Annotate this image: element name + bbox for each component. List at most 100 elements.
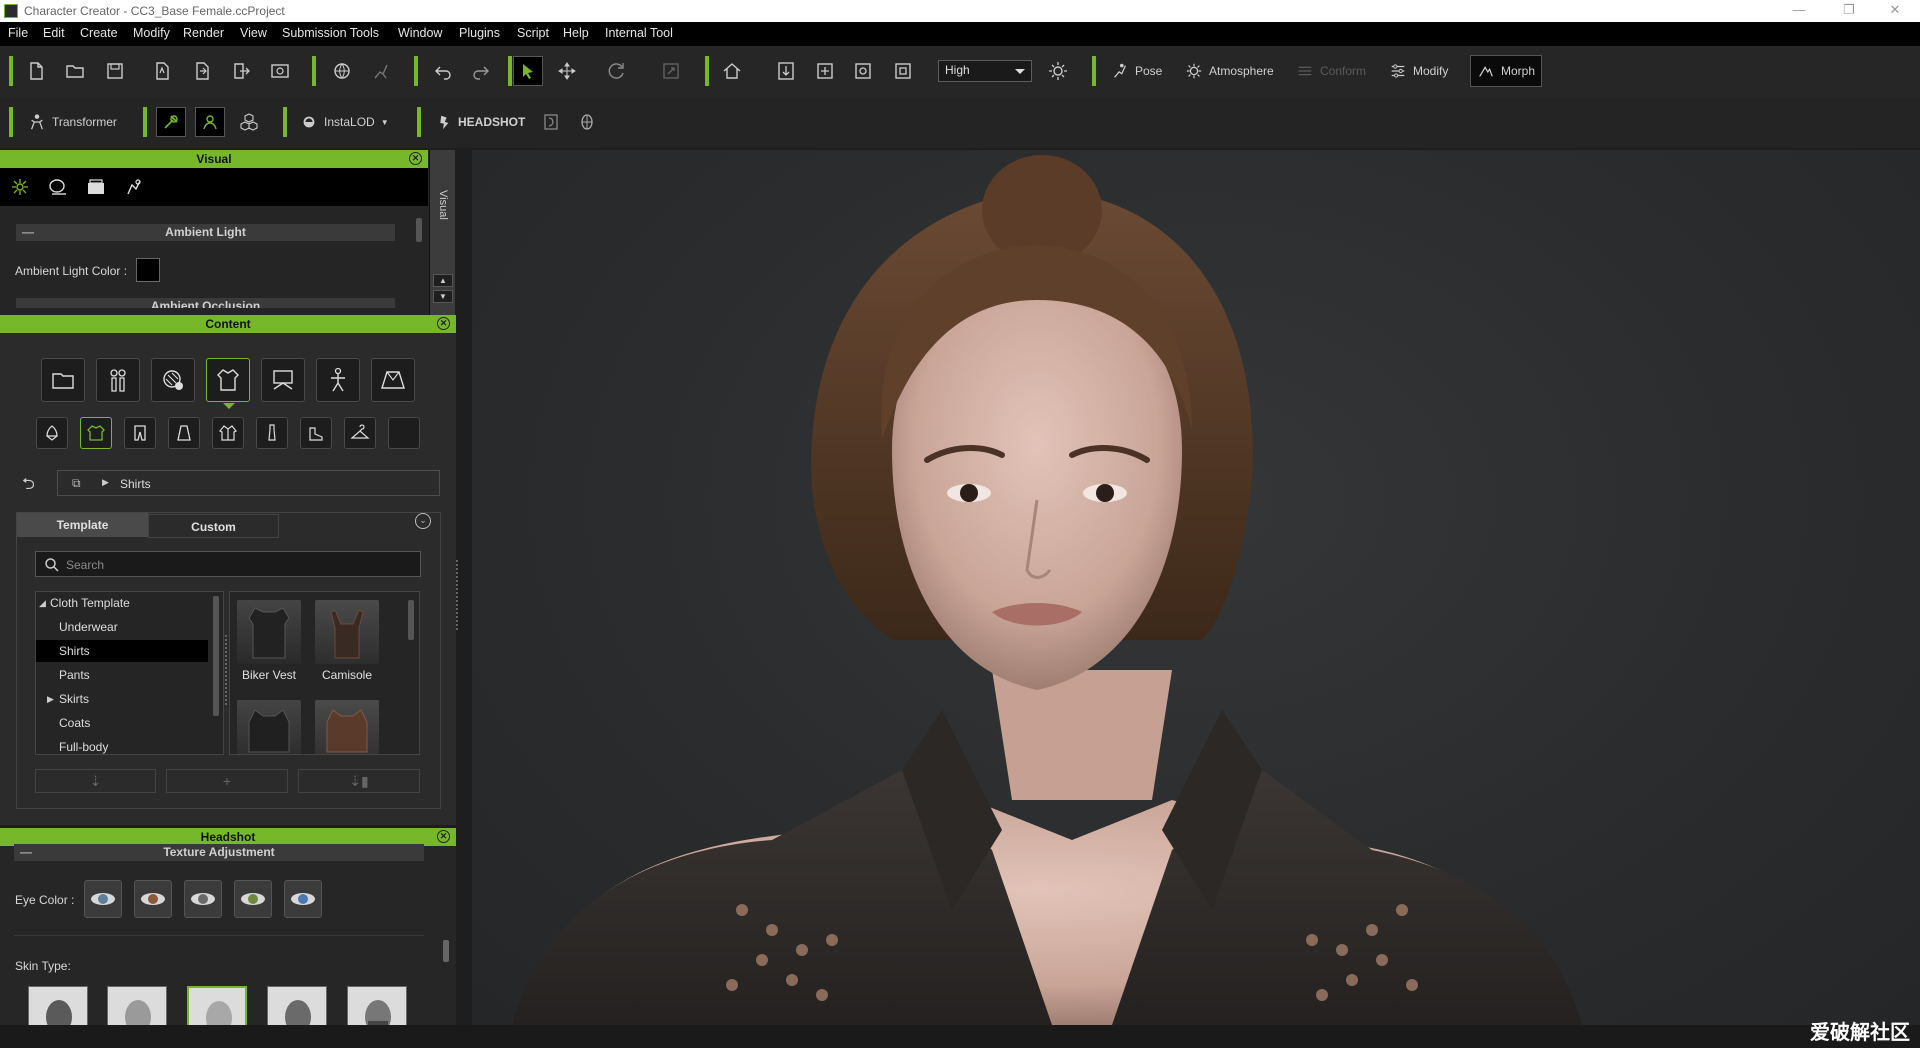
atmosphere-button[interactable]: Atmosphere — [1181, 56, 1278, 86]
sun-light-icon[interactable] — [1043, 56, 1073, 86]
export-icon[interactable] — [226, 56, 256, 86]
eye-color-option-1[interactable] — [84, 880, 122, 918]
camera-tab-icon[interactable] — [122, 176, 146, 198]
menu-edit[interactable]: Edit — [43, 26, 65, 40]
scale-icon[interactable] — [656, 56, 686, 86]
character-edit-icon[interactable] — [195, 107, 225, 137]
search-field[interactable] — [35, 551, 421, 577]
menu-submission-tools[interactable]: Submission Tools — [282, 26, 379, 40]
select-arrow-icon[interactable] — [513, 56, 543, 86]
fit-view-icon[interactable] — [771, 56, 801, 86]
biker-vest-thumbnail[interactable] — [237, 600, 301, 664]
menu-internal-tool[interactable]: Internal Tool — [605, 26, 673, 40]
save-icon[interactable] — [100, 56, 130, 86]
scroll-down-icon[interactable]: ▼ — [433, 290, 453, 303]
redo-icon[interactable] — [466, 56, 496, 86]
close-window-button[interactable]: ✕ — [1872, 0, 1918, 22]
shirt-subcategory-icon[interactable] — [80, 417, 112, 449]
texture-adjustment-section[interactable]: — Texture Adjustment — [14, 844, 424, 861]
menu-script[interactable]: Script — [517, 26, 549, 40]
camisole-thumbnail[interactable] — [315, 600, 379, 664]
splitter-handle[interactable] — [225, 635, 227, 705]
rotate-icon[interactable] — [602, 56, 632, 86]
eye-color-option-3[interactable] — [184, 880, 222, 918]
headshot-scrollbar[interactable] — [443, 940, 449, 962]
menu-render[interactable]: Render — [183, 26, 224, 40]
tab-template[interactable]: Template — [17, 513, 148, 537]
scroll-up-icon[interactable]: ▲ — [433, 274, 453, 287]
import-icon[interactable] — [147, 56, 177, 86]
modify-button[interactable]: Modify — [1385, 56, 1452, 86]
tree-item-coats[interactable]: Coats — [36, 712, 208, 734]
collapse-icon[interactable]: — — [20, 844, 32, 861]
tree-item-shirts[interactable]: Shirts — [36, 640, 208, 662]
menu-file[interactable]: File — [8, 26, 28, 40]
fullbody-subcategory-icon[interactable] — [256, 417, 288, 449]
actor-icon[interactable] — [96, 358, 140, 402]
library-icon[interactable]: ⧉ — [72, 476, 81, 491]
tree-item-skirts[interactable]: ▶ Skirts — [36, 688, 208, 710]
shoes-subcategory-icon[interactable] — [300, 417, 332, 449]
menu-window[interactable]: Window — [398, 26, 442, 40]
new-project-icon[interactable] — [21, 56, 51, 86]
menu-view[interactable]: View — [240, 26, 267, 40]
transformer-button[interactable]: Transformer — [24, 107, 121, 137]
pants-subcategory-icon[interactable] — [124, 417, 156, 449]
maximize-button[interactable]: ❐ — [1826, 0, 1872, 22]
eye-color-option-2[interactable] — [134, 880, 172, 918]
menu-create[interactable]: Create — [80, 26, 118, 40]
visual-side-tab[interactable]: Visual ▲ ▼ — [429, 150, 455, 315]
render-quality-dropdown[interactable]: High — [938, 60, 1032, 82]
project-folder-icon[interactable] — [41, 358, 85, 402]
accessory-icon[interactable] — [261, 358, 305, 402]
archive-icon[interactable] — [265, 56, 295, 86]
hanger-subcategory-icon[interactable] — [344, 417, 376, 449]
open-folder-icon[interactable] — [60, 56, 90, 86]
ambient-light-section[interactable]: — Ambient Light — [16, 224, 395, 241]
3d-viewport[interactable] — [472, 150, 1920, 1025]
skirt-subcategory-icon[interactable] — [168, 417, 200, 449]
eye-color-option-5[interactable] — [284, 880, 322, 918]
zoom-extents-icon[interactable] — [848, 56, 878, 86]
ambient-light-color-swatch[interactable] — [136, 258, 160, 282]
expand-triangle-icon[interactable]: ▶ — [47, 688, 54, 710]
head-mesh-icon[interactable] — [572, 107, 602, 137]
empty-subcategory-slot[interactable] — [388, 417, 420, 449]
coat-subcategory-icon[interactable] — [212, 417, 244, 449]
minimize-button[interactable]: — — [1776, 0, 1822, 22]
gallery-scrollbar[interactable] — [408, 600, 414, 640]
atmosphere-tab-icon[interactable] — [46, 176, 70, 198]
gallery-item-thumbnail[interactable] — [237, 700, 301, 754]
instalod-button[interactable]: InstaLOD ▼ — [296, 107, 393, 137]
menu-modify[interactable]: Modify — [133, 26, 170, 40]
undo-icon[interactable] — [428, 56, 458, 86]
motion-icon[interactable] — [316, 358, 360, 402]
search-input[interactable] — [66, 556, 406, 574]
lighting-tab-icon[interactable] — [8, 176, 32, 198]
panel-splitter[interactable] — [456, 560, 458, 630]
visual-panel-scrollbar[interactable] — [416, 218, 422, 242]
head-profile-icon[interactable] — [536, 107, 566, 137]
download-arrow-icon[interactable]: ⇣ — [35, 769, 156, 793]
home-icon[interactable] — [717, 56, 747, 86]
close-icon[interactable]: ✕ — [437, 830, 450, 843]
headshot-button[interactable]: HEADSHOT — [430, 107, 529, 137]
ambient-occlusion-section[interactable]: Ambient Occlusion — [16, 298, 395, 308]
camera-view-icon[interactable] — [888, 56, 918, 86]
collapse-icon[interactable]: — — [22, 224, 34, 241]
eye-color-option-4[interactable] — [234, 880, 272, 918]
options-chevron-icon[interactable]: ⌄ — [415, 513, 431, 529]
skin-material-icon[interactable] — [151, 358, 195, 402]
tree-item-full-body[interactable]: Full-body — [36, 736, 208, 754]
apply-to-icon[interactable]: ⇣▮ — [298, 769, 420, 793]
pose-button[interactable]: Pose — [1107, 56, 1166, 86]
scene-icon[interactable] — [371, 358, 415, 402]
expand-triangle-icon[interactable]: ◢ — [39, 592, 46, 614]
close-icon[interactable]: ✕ — [437, 317, 450, 330]
close-icon[interactable]: ✕ — [409, 152, 422, 165]
background-tab-icon[interactable] — [84, 176, 108, 198]
globe-icon[interactable] — [327, 56, 357, 86]
move-icon[interactable] — [552, 56, 582, 86]
character-pose-icon[interactable] — [366, 56, 396, 86]
tree-item-pants[interactable]: Pants — [36, 664, 208, 686]
